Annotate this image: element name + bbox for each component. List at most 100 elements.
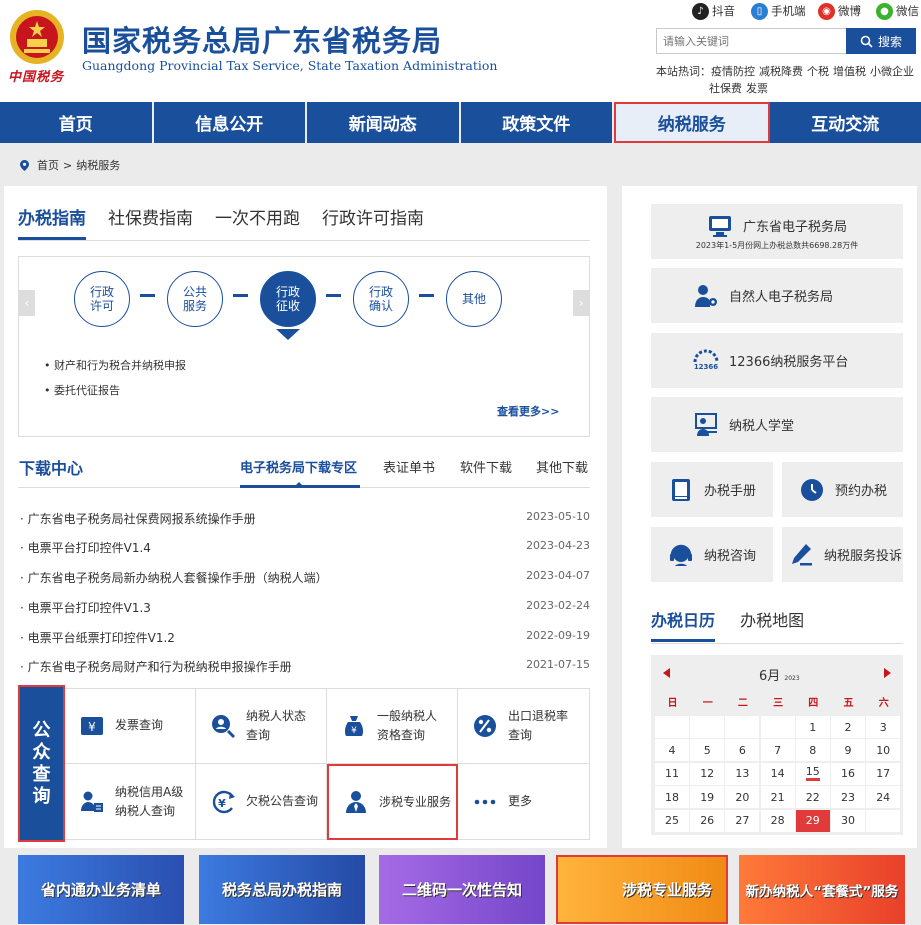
calendar-day[interactable]: 18 [655,786,689,809]
calendar-prev-button[interactable] [663,668,670,678]
banner-cross-province[interactable]: 省内通办业务清单 [18,855,184,924]
nav-interaction[interactable]: 互动交流 [770,102,921,143]
search-button[interactable]: 搜索 [846,28,916,54]
nav-info-disclosure[interactable]: 信息公开 [154,102,307,143]
hot-word[interactable]: 增值税 [833,65,866,78]
appointment-link[interactable]: 预约办税 [782,462,903,517]
hot-word[interactable]: 小微企业 [870,65,914,78]
calendar-day[interactable]: 25 [655,809,689,832]
calendar-day[interactable]: 28 [760,809,795,832]
nav-home[interactable]: 首页 [0,102,154,143]
etax-bureau-link[interactable]: 广东省电子税务局 2023年1-5月份网上办税总数共6698.28万件 [651,204,903,259]
tab-no-visit[interactable]: 一次不用跑 [215,204,300,240]
calendar-day[interactable]: 24 [866,786,901,809]
taxpayer-status-link[interactable]: 纳税人状态 查询 [196,688,327,764]
calendar-day[interactable]: 19 [690,786,725,809]
calendar-day[interactable]: 15 [795,762,830,785]
nav-news[interactable]: 新闻动态 [307,102,461,143]
invoice-query-link[interactable]: ¥ 发票查询 [65,688,196,764]
arrears-notice-link[interactable]: ¥ 欠税公告查询 [196,764,327,840]
complaint-link[interactable]: 纳税服务投诉 [782,527,903,582]
tab-license-guide[interactable]: 行政许可指南 [322,204,424,240]
guide-step-collection[interactable]: 行政 征收 [260,271,316,327]
banner-professional-service[interactable]: 涉税专业服务 [556,855,728,924]
guide-step-confirmation[interactable]: 行政 确认 [353,271,409,327]
download-row[interactable]: · 广东省电子税务局财产和行为税纳税申报操作手册 2021-07-15 [20,658,590,674]
natural-person-etax-link[interactable]: 自然人电子税务局 [651,268,903,323]
export-rebate-link[interactable]: 出口退税率 查询 [458,688,590,764]
hot-word[interactable]: 社保费 [709,82,742,95]
credit-a-query-link[interactable]: 纳税信用A级 纳税人查询 [65,764,196,840]
calendar-day[interactable]: 14 [760,762,795,785]
banner-new-taxpayer[interactable]: 新办纳税人“套餐式”服务 [739,855,905,924]
calendar-day[interactable]: 30 [831,809,865,832]
nav-tax-service[interactable]: 纳税服务 [614,102,770,143]
calendar-next-button[interactable] [884,668,891,678]
calendar-day[interactable]: 6 [725,739,760,762]
calendar-day[interactable]: 29 [795,809,830,832]
social-mobile-link[interactable]: ▯ 手机端 [751,2,806,20]
guide-step-public-service[interactable]: 公共 服务 [167,271,223,327]
tab-software[interactable]: 软件下载 [460,457,512,476]
calendar-day[interactable]: 5 [690,739,725,762]
hotline-12366-link[interactable]: 12366 12366纳税服务平台 [651,333,903,388]
tab-tax-map[interactable]: 办税地图 [740,611,804,630]
search-input[interactable] [656,28,846,54]
calendar-day[interactable]: 12 [690,762,725,785]
calendar-day[interactable]: 8 [795,739,830,762]
calendar-day[interactable]: 17 [866,762,901,785]
download-row[interactable]: · 广东省电子税务局新办纳税人套餐操作手册（纳税人端） 2023-04-07 [20,569,590,585]
tab-tax-calendar[interactable]: 办税日历 [651,611,716,642]
download-row[interactable]: · 广东省电子税务局社保费网报系统操作手册 2023-05-10 [20,510,590,526]
nav-policy[interactable]: 政策文件 [461,102,614,143]
tax-consult-link[interactable]: 纳税咨询 [651,527,773,582]
tab-etax-download[interactable]: 电子税务局下载专区 [240,457,357,476]
calendar-day[interactable]: 20 [725,786,760,809]
general-taxpayer-link[interactable]: ¥ 一般纳税人 资格查询 [327,688,458,764]
download-row[interactable]: · 电票平台纸票打印控件V1.2 2022-09-19 [20,629,590,645]
calendar-day[interactable]: 22 [795,786,830,809]
calendar-day[interactable]: 1 [795,716,830,738]
download-row[interactable]: · 电票平台打印控件V1.3 2023-02-24 [20,599,590,615]
guide-step-other[interactable]: 其他 [446,271,502,327]
more-query-link[interactable]: 更多 [458,764,590,840]
hot-word[interactable]: 疫情防控 [711,65,755,78]
tax-manual-link[interactable]: 办税手册 [651,462,773,517]
social-wechat-link[interactable]: ● 微信 [876,2,919,20]
guide-step-license[interactable]: 行政 许可 [74,271,130,327]
calendar-day[interactable]: 9 [831,739,865,762]
social-weibo-link[interactable]: ◉ 微博 [818,2,861,20]
calendar-day[interactable]: 10 [866,739,901,762]
calendar-day[interactable]: 4 [655,739,689,762]
breadcrumb-home[interactable]: 首页 [37,157,59,173]
tab-tax-guide[interactable]: 办税指南 [18,204,86,240]
national-emblem-icon[interactable] [8,8,66,66]
list-item[interactable]: • 财产和行为税合并纳税申报 [44,357,186,373]
calendar-day[interactable]: 11 [655,762,689,785]
professional-service-link[interactable]: 涉税专业服务 [327,764,458,840]
calendar-day[interactable]: 13 [725,762,760,785]
banner-qrcode[interactable]: 二维码一次性告知 [379,855,545,924]
carousel-next-button[interactable]: › [573,290,589,316]
tab-other-download[interactable]: 其他下载 [536,457,588,476]
carousel-prev-button[interactable]: ‹ [19,290,35,316]
list-item[interactable]: • 委托代征报告 [44,382,186,398]
hot-word[interactable]: 发票 [746,82,768,95]
calendar-day[interactable]: 3 [866,716,901,738]
calendar-day[interactable]: 21 [760,786,795,809]
social-tiktok-link[interactable]: ♪ 抖音 [692,2,735,20]
breadcrumb-current[interactable]: 纳税服务 [76,157,120,173]
tab-social-insurance-guide[interactable]: 社保费指南 [108,204,193,240]
site-title[interactable]: 国家税务总局广东省税务局 [82,18,442,60]
hot-word[interactable]: 减税降费 [759,65,803,78]
calendar-day[interactable]: 16 [831,762,865,785]
taxpayer-school-link[interactable]: 纳税人学堂 [651,397,903,452]
view-more-link[interactable]: 查看更多>> [497,403,559,419]
calendar-day[interactable]: 2 [831,716,865,738]
banner-sat-guide[interactable]: 税务总局办税指南 [199,855,365,924]
tab-forms[interactable]: 表证单书 [383,457,435,476]
hot-word[interactable]: 个税 [807,65,829,78]
calendar-day[interactable]: 7 [760,739,795,762]
download-row[interactable]: · 电票平台打印控件V1.4 2023-04-23 [20,539,590,555]
calendar-day[interactable]: 23 [831,786,865,809]
